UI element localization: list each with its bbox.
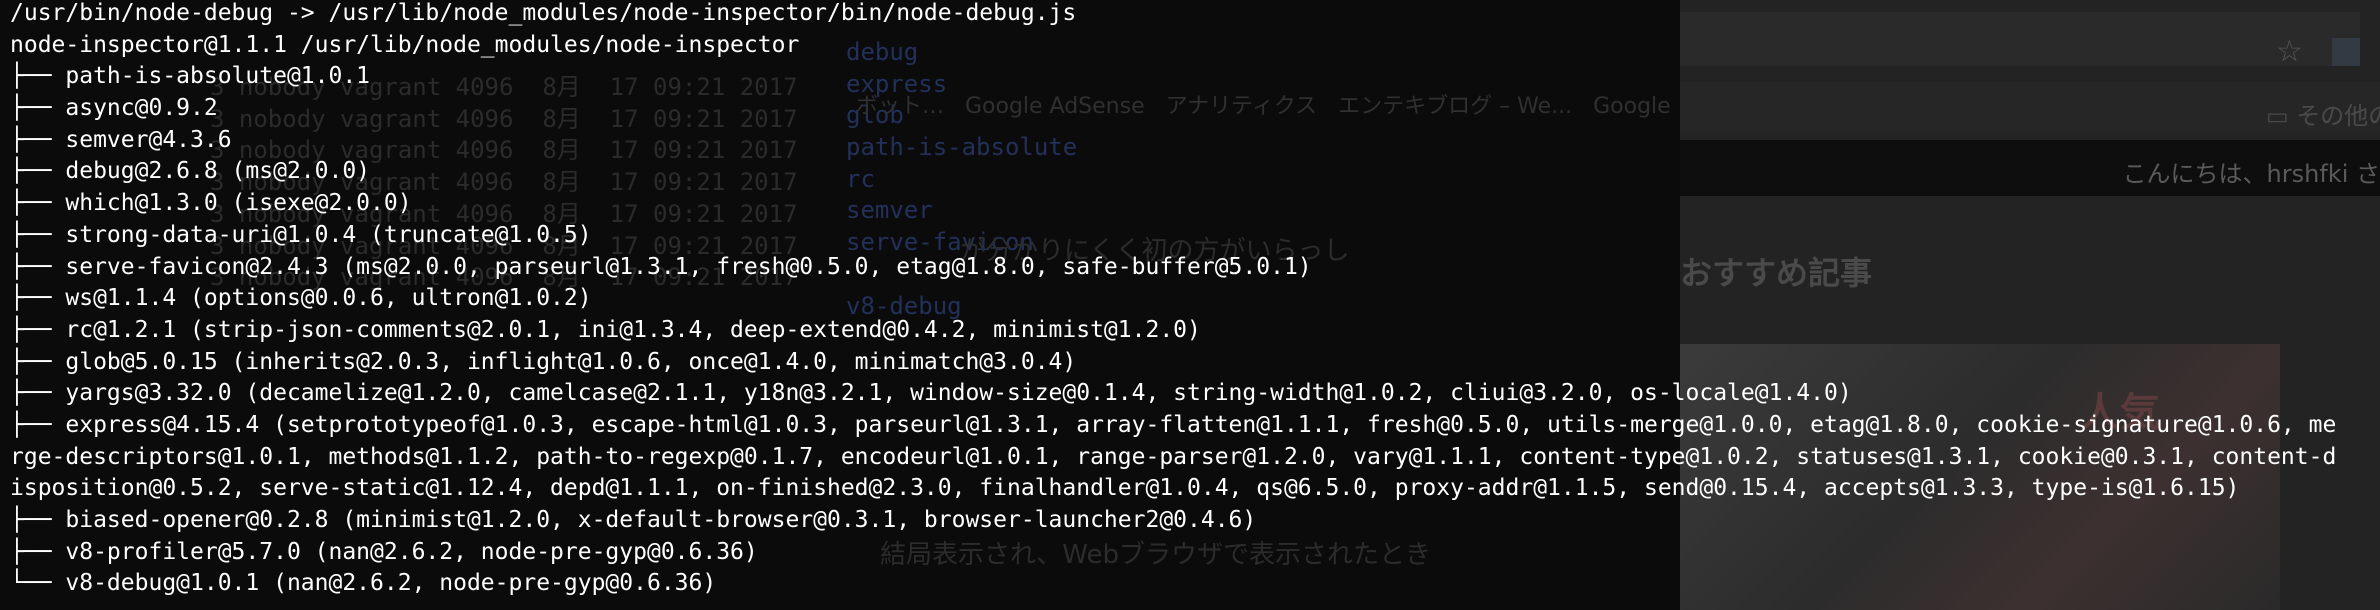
terminal-line: isposition@0.5.2, serve-static@1.12.4, d… (10, 475, 2240, 502)
terminal-line: ├── express@4.15.4 (setprototypeof@1.0.3… (10, 411, 2337, 438)
terminal-line: ├── async@0.9.2 (10, 95, 218, 122)
terminal-line: ├── debug@2.6.8 (ms@2.0.0) (10, 158, 371, 185)
terminal-line: ├── rc@1.2.1 (strip-json-comments@2.0.1,… (10, 316, 1201, 343)
terminal-line: └── v8-debug@1.0.1 (nan@2.6.2, node-pre-… (10, 570, 717, 597)
terminal-line: ├── v8-profiler@5.7.0 (nan@2.6.2, node-p… (10, 538, 758, 565)
terminal-line: rge-descriptors@1.0.1, methods@1.1.2, pa… (10, 443, 2337, 470)
terminal-line: ├── ws@1.1.4 (options@0.0.6, ultron@1.0.… (10, 285, 592, 312)
terminal-line: node-inspector@1.1.1 /usr/lib/node_modul… (10, 31, 800, 58)
terminal-line: ├── biased-opener@0.2.8 (minimist@1.2.0,… (10, 507, 1257, 533)
terminal-output[interactable]: /usr/bin/node-debug -> /usr/lib/node_mod… (10, 0, 2350, 600)
terminal-line: ├── semver@4.3.6 (10, 126, 232, 153)
terminal-line: ├── which@1.3.0 (isexe@2.0.0) (10, 190, 412, 217)
terminal-line: ├── strong-data-uri@1.0.4 (truncate@1.0.… (10, 221, 592, 248)
terminal-line: ├── serve-favicon@2.4.3 (ms@2.0.0, parse… (10, 253, 1312, 280)
terminal-line: /usr/bin/node-debug -> /usr/lib/node_mod… (10, 0, 1077, 26)
terminal-line: ├── glob@5.0.15 (inherits@2.0.3, infligh… (10, 348, 1077, 375)
terminal-line: ├── yargs@3.32.0 (decamelize@1.2.0, came… (10, 380, 1852, 407)
terminal-line: ├── path-is-absolute@1.0.1 (10, 63, 371, 90)
desktop-screen: ☆ ▭ その他の こんにちは、hrshfki さ おすすめ記事 人気 3 nob… (0, 0, 2380, 610)
